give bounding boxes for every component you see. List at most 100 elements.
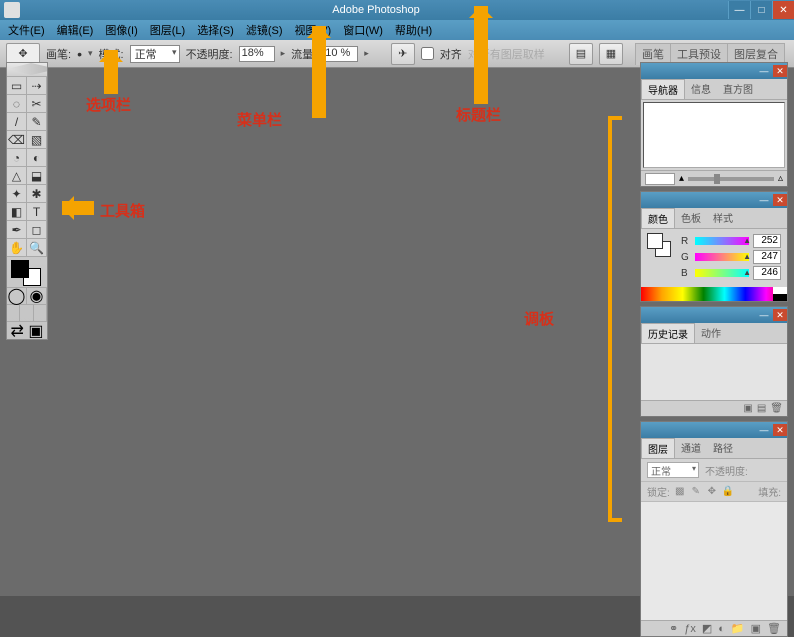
panel-header[interactable]: — ✕ [641, 307, 787, 323]
panel-header[interactable]: — ✕ [641, 422, 787, 438]
menu-filter[interactable]: 滤镜(S) [240, 20, 289, 40]
collapse-icon[interactable]: — [757, 309, 771, 321]
layer-blend-dropdown[interactable]: 正常 [647, 462, 699, 478]
collapse-icon[interactable]: — [757, 194, 771, 206]
go-to-imageready[interactable]: ⇄ ▣ [7, 321, 47, 339]
delete-state-icon[interactable]: 🗑 [770, 403, 783, 414]
new-layer-icon[interactable]: ▣ [751, 622, 761, 635]
new-snapshot-icon[interactable]: ▣ [743, 403, 752, 414]
tool-3[interactable]: ✂ [27, 95, 47, 113]
tool-16[interactable]: ✒ [7, 221, 27, 239]
history-list[interactable] [641, 344, 787, 400]
link-layers-icon[interactable]: ⚭ [669, 622, 678, 635]
tab-histogram[interactable]: 直方图 [717, 79, 759, 99]
tool-14[interactable]: ◧ [7, 203, 27, 221]
menu-window[interactable]: 窗口(W) [337, 20, 389, 40]
collapse-icon[interactable]: — [757, 424, 771, 436]
lock-position-icon[interactable]: ✥ [706, 486, 718, 498]
screen-full-menubar-button[interactable] [20, 305, 33, 321]
tool-11[interactable]: ⬓ [27, 167, 47, 185]
g-value[interactable]: 247 [753, 250, 781, 264]
r-value[interactable]: 252 [753, 234, 781, 248]
delete-layer-icon[interactable]: 🗑 [767, 622, 781, 635]
tab-swatches[interactable]: 色板 [675, 208, 707, 228]
panel-header[interactable]: — ✕ [641, 63, 787, 79]
b-value[interactable]: 246 [753, 266, 781, 280]
palette-well-toggle[interactable]: ▤ [569, 43, 593, 65]
color-swatch-pair[interactable] [647, 233, 673, 259]
align-checkbox[interactable] [421, 47, 434, 60]
opacity-dropdown-icon[interactable]: ▸ [281, 48, 286, 59]
airbrush-toggle[interactable]: ✈ [391, 43, 415, 65]
menu-help[interactable]: 帮助(H) [389, 20, 438, 40]
tab-color[interactable]: 颜色 [641, 208, 675, 228]
tab-navigator[interactable]: 导航器 [641, 79, 685, 99]
maximize-button[interactable]: □ [750, 1, 772, 19]
tool-18[interactable]: ✋ [7, 239, 27, 257]
tool-13[interactable]: ✱ [27, 185, 47, 203]
brush-picker-dropdown-icon[interactable]: ▾ [88, 48, 93, 59]
tool-6[interactable]: ⌫ [7, 131, 27, 149]
tool-17[interactable]: ◻ [27, 221, 47, 239]
minimize-button[interactable]: — [728, 1, 750, 19]
tab-info[interactable]: 信息 [685, 79, 717, 99]
tab-channels[interactable]: 通道 [675, 438, 707, 458]
quick-mask-mode-button[interactable]: ◉ [27, 288, 47, 304]
r-slider[interactable] [695, 237, 749, 245]
layer-style-icon[interactable]: ƒx [684, 623, 696, 635]
new-doc-from-state-icon[interactable]: ▤ [757, 403, 766, 414]
screen-full-button[interactable] [34, 305, 47, 321]
zoom-slider[interactable] [688, 177, 774, 181]
tool-9[interactable]: ◐ [27, 149, 47, 167]
tab-paths[interactable]: 路径 [707, 438, 739, 458]
menu-view[interactable]: 视图(V) [289, 20, 338, 40]
lock-all-icon[interactable]: 🔒 [722, 486, 734, 498]
navigator-preview[interactable] [643, 102, 785, 168]
brushes-panel-toggle[interactable]: ▦ [599, 43, 623, 65]
flow-input[interactable]: 10 % [322, 46, 358, 62]
flow-dropdown-icon[interactable]: ▸ [364, 48, 369, 59]
panel-close-icon[interactable]: ✕ [773, 65, 787, 77]
tool-19[interactable]: 🔍 [27, 239, 47, 257]
menu-select[interactable]: 选择(S) [191, 20, 240, 40]
screen-standard-button[interactable] [7, 305, 20, 321]
lock-paint-icon[interactable]: ✎ [690, 486, 702, 498]
menu-image[interactable]: 图像(I) [99, 20, 143, 40]
panel-close-icon[interactable]: ✕ [773, 309, 787, 321]
fg-swatch[interactable] [647, 233, 663, 249]
layer-mask-icon[interactable]: ◩ [702, 622, 712, 635]
foreground-color-swatch[interactable] [11, 260, 29, 278]
tool-12[interactable]: ✦ [7, 185, 27, 203]
zoom-in-icon[interactable]: ▵ [778, 173, 783, 184]
new-group-icon[interactable]: 📁 [731, 622, 745, 635]
tool-8[interactable]: ◔ [7, 149, 27, 167]
zoom-out-icon[interactable]: ▴ [679, 173, 684, 184]
adjustment-layer-icon[interactable]: ◐ [718, 623, 725, 635]
tool-15[interactable]: T [27, 203, 47, 221]
tool-10[interactable]: △ [7, 167, 27, 185]
tool-5[interactable]: ✎ [27, 113, 47, 131]
standard-mode-button[interactable]: ◯ [7, 288, 27, 304]
tool-2[interactable]: ◌ [7, 95, 27, 113]
tool-0[interactable]: ▭ [7, 77, 27, 95]
blend-mode-dropdown[interactable]: 正常 [130, 45, 180, 63]
lock-pixels-icon[interactable]: ▩ [674, 486, 686, 498]
tab-styles[interactable]: 样式 [707, 208, 739, 228]
tool-7[interactable]: ▧ [27, 131, 47, 149]
b-slider[interactable] [695, 269, 749, 277]
collapse-icon[interactable]: — [757, 65, 771, 77]
tab-actions[interactable]: 动作 [695, 323, 727, 343]
brush-size-indicator[interactable]: • [77, 46, 82, 62]
tab-layers[interactable]: 图层 [641, 438, 675, 458]
close-button[interactable]: ✕ [772, 1, 794, 19]
zoom-input[interactable] [645, 173, 675, 185]
tool-4[interactable]: / [7, 113, 27, 131]
panel-close-icon[interactable]: ✕ [773, 194, 787, 206]
menu-layer[interactable]: 图层(L) [144, 20, 191, 40]
opacity-input[interactable]: 18% [239, 46, 275, 62]
menu-file[interactable]: 文件(E) [2, 20, 51, 40]
tool-1[interactable]: ⇢ [27, 77, 47, 95]
color-spectrum[interactable] [641, 287, 787, 301]
menu-edit[interactable]: 编辑(E) [51, 20, 100, 40]
panel-header[interactable]: — ✕ [641, 192, 787, 208]
